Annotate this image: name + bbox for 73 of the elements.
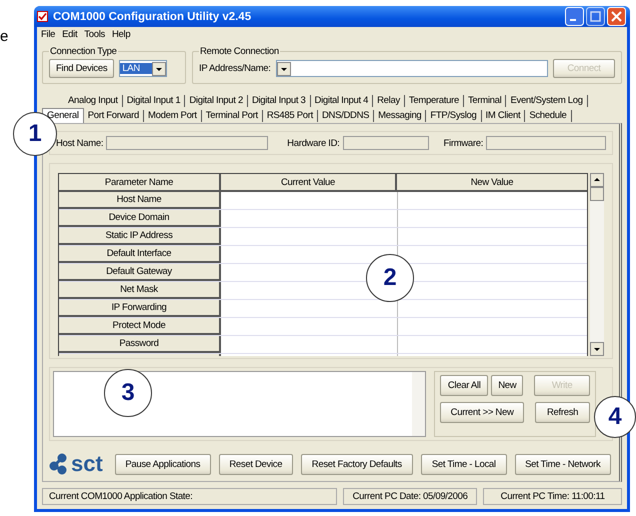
- grid-button[interactable]: Clear All: [440, 375, 488, 396]
- scroll-up-icon[interactable]: [590, 173, 604, 187]
- scrollbar[interactable]: [590, 173, 604, 356]
- tab[interactable]: Port Forward: [84, 110, 144, 122]
- log-area[interactable]: [53, 371, 426, 437]
- input-field[interactable]: [342, 136, 429, 150]
- row-header: IP Forwarding: [59, 300, 221, 317]
- tab[interactable]: Digital Input 2: [185, 94, 248, 106]
- tab[interactable]: General: [42, 108, 84, 123]
- tab[interactable]: Modem Port: [144, 110, 202, 122]
- window-title: COM1000 Configuration Utility v2.45: [53, 10, 252, 22]
- tab[interactable]: Digital Input 3: [248, 94, 311, 106]
- column-header: Current Value: [221, 174, 397, 192]
- minimize-icon[interactable]: [565, 7, 584, 26]
- connection-type-dropdown[interactable]: LAN: [119, 60, 168, 77]
- column-header: New Value: [397, 174, 587, 192]
- tab[interactable]: Relay: [373, 94, 405, 106]
- row-header: Host Name: [59, 192, 221, 209]
- grid-button[interactable]: Current >> New: [440, 402, 524, 423]
- logo-dots-icon: [49, 453, 69, 475]
- column-header: Parameter Name: [59, 174, 221, 192]
- action-button[interactable]: Set Time - Local: [420, 454, 507, 474]
- grid-button[interactable]: New: [491, 375, 524, 396]
- group-label: Connection Type: [49, 46, 118, 57]
- tab[interactable]: Temperature: [404, 94, 464, 106]
- side-text: e: [0, 28, 8, 45]
- menu-item[interactable]: Help: [112, 29, 130, 40]
- address-dropdown[interactable]: [276, 60, 548, 77]
- action-button[interactable]: Pause Applications: [114, 454, 211, 474]
- input-field[interactable]: [106, 136, 268, 150]
- menu-item[interactable]: Tools: [84, 29, 105, 40]
- row-header: Default Interface: [59, 246, 221, 263]
- row-header: Password: [59, 336, 221, 353]
- tab[interactable]: RS485 Port: [262, 110, 318, 122]
- status-bar-panel: Current PC Time: 11:00:11: [483, 488, 622, 505]
- close-icon[interactable]: [607, 7, 626, 26]
- tab[interactable]: Digital Input 4: [310, 94, 374, 106]
- menu-item[interactable]: Edit: [62, 29, 78, 40]
- tab[interactable]: DNS/DDNS: [318, 110, 374, 122]
- group-label: Remote Connection: [199, 46, 280, 57]
- tab[interactable]: Analog Input: [64, 94, 123, 106]
- tab[interactable]: FTP/Syslog: [426, 110, 482, 122]
- tab[interactable]: Terminal: [464, 94, 506, 106]
- app-icon: [37, 11, 48, 22]
- tab[interactable]: Messaging: [374, 110, 426, 122]
- action-button[interactable]: Reset Device: [218, 454, 293, 474]
- logo-text: sct: [71, 453, 103, 475]
- find-devices-button[interactable]: Find Devices: [49, 59, 114, 78]
- tab[interactable]: Terminal Port: [202, 110, 263, 122]
- tab[interactable]: Schedule: [525, 110, 572, 122]
- status-bar-panel: Current COM1000 Application State:: [42, 488, 337, 505]
- grid-button[interactable]: Refresh: [535, 402, 590, 423]
- maximize-icon[interactable]: [586, 7, 605, 26]
- field-label: Host Name:: [56, 138, 104, 148]
- row-header: Default Gateway: [59, 264, 221, 281]
- field-label: Hardware ID:: [287, 138, 340, 148]
- row-header: Static IP Address: [59, 228, 221, 245]
- tab[interactable]: Event/System Log: [506, 94, 588, 106]
- row-header: Device Domain: [59, 210, 221, 227]
- address-label: IP Address/Name:: [199, 63, 271, 74]
- status-bar-panel: Current PC Date: 05/09/2006: [342, 488, 478, 505]
- row-header: Protect Mode: [59, 318, 221, 335]
- action-button[interactable]: Reset Factory Defaults: [300, 454, 413, 474]
- action-button[interactable]: Set Time - Network: [514, 454, 611, 474]
- input-field[interactable]: [486, 136, 606, 150]
- scroll-down-icon[interactable]: [590, 342, 604, 356]
- tab[interactable]: Digital Input 1: [122, 94, 186, 106]
- scrollbar[interactable]: [412, 372, 425, 436]
- menu-item[interactable]: File: [41, 29, 56, 40]
- field-label: Firmware:: [444, 138, 484, 148]
- scroll-thumb[interactable]: [590, 187, 604, 201]
- tab[interactable]: IM Client: [482, 110, 526, 122]
- row-header: Net Mask: [59, 282, 221, 299]
